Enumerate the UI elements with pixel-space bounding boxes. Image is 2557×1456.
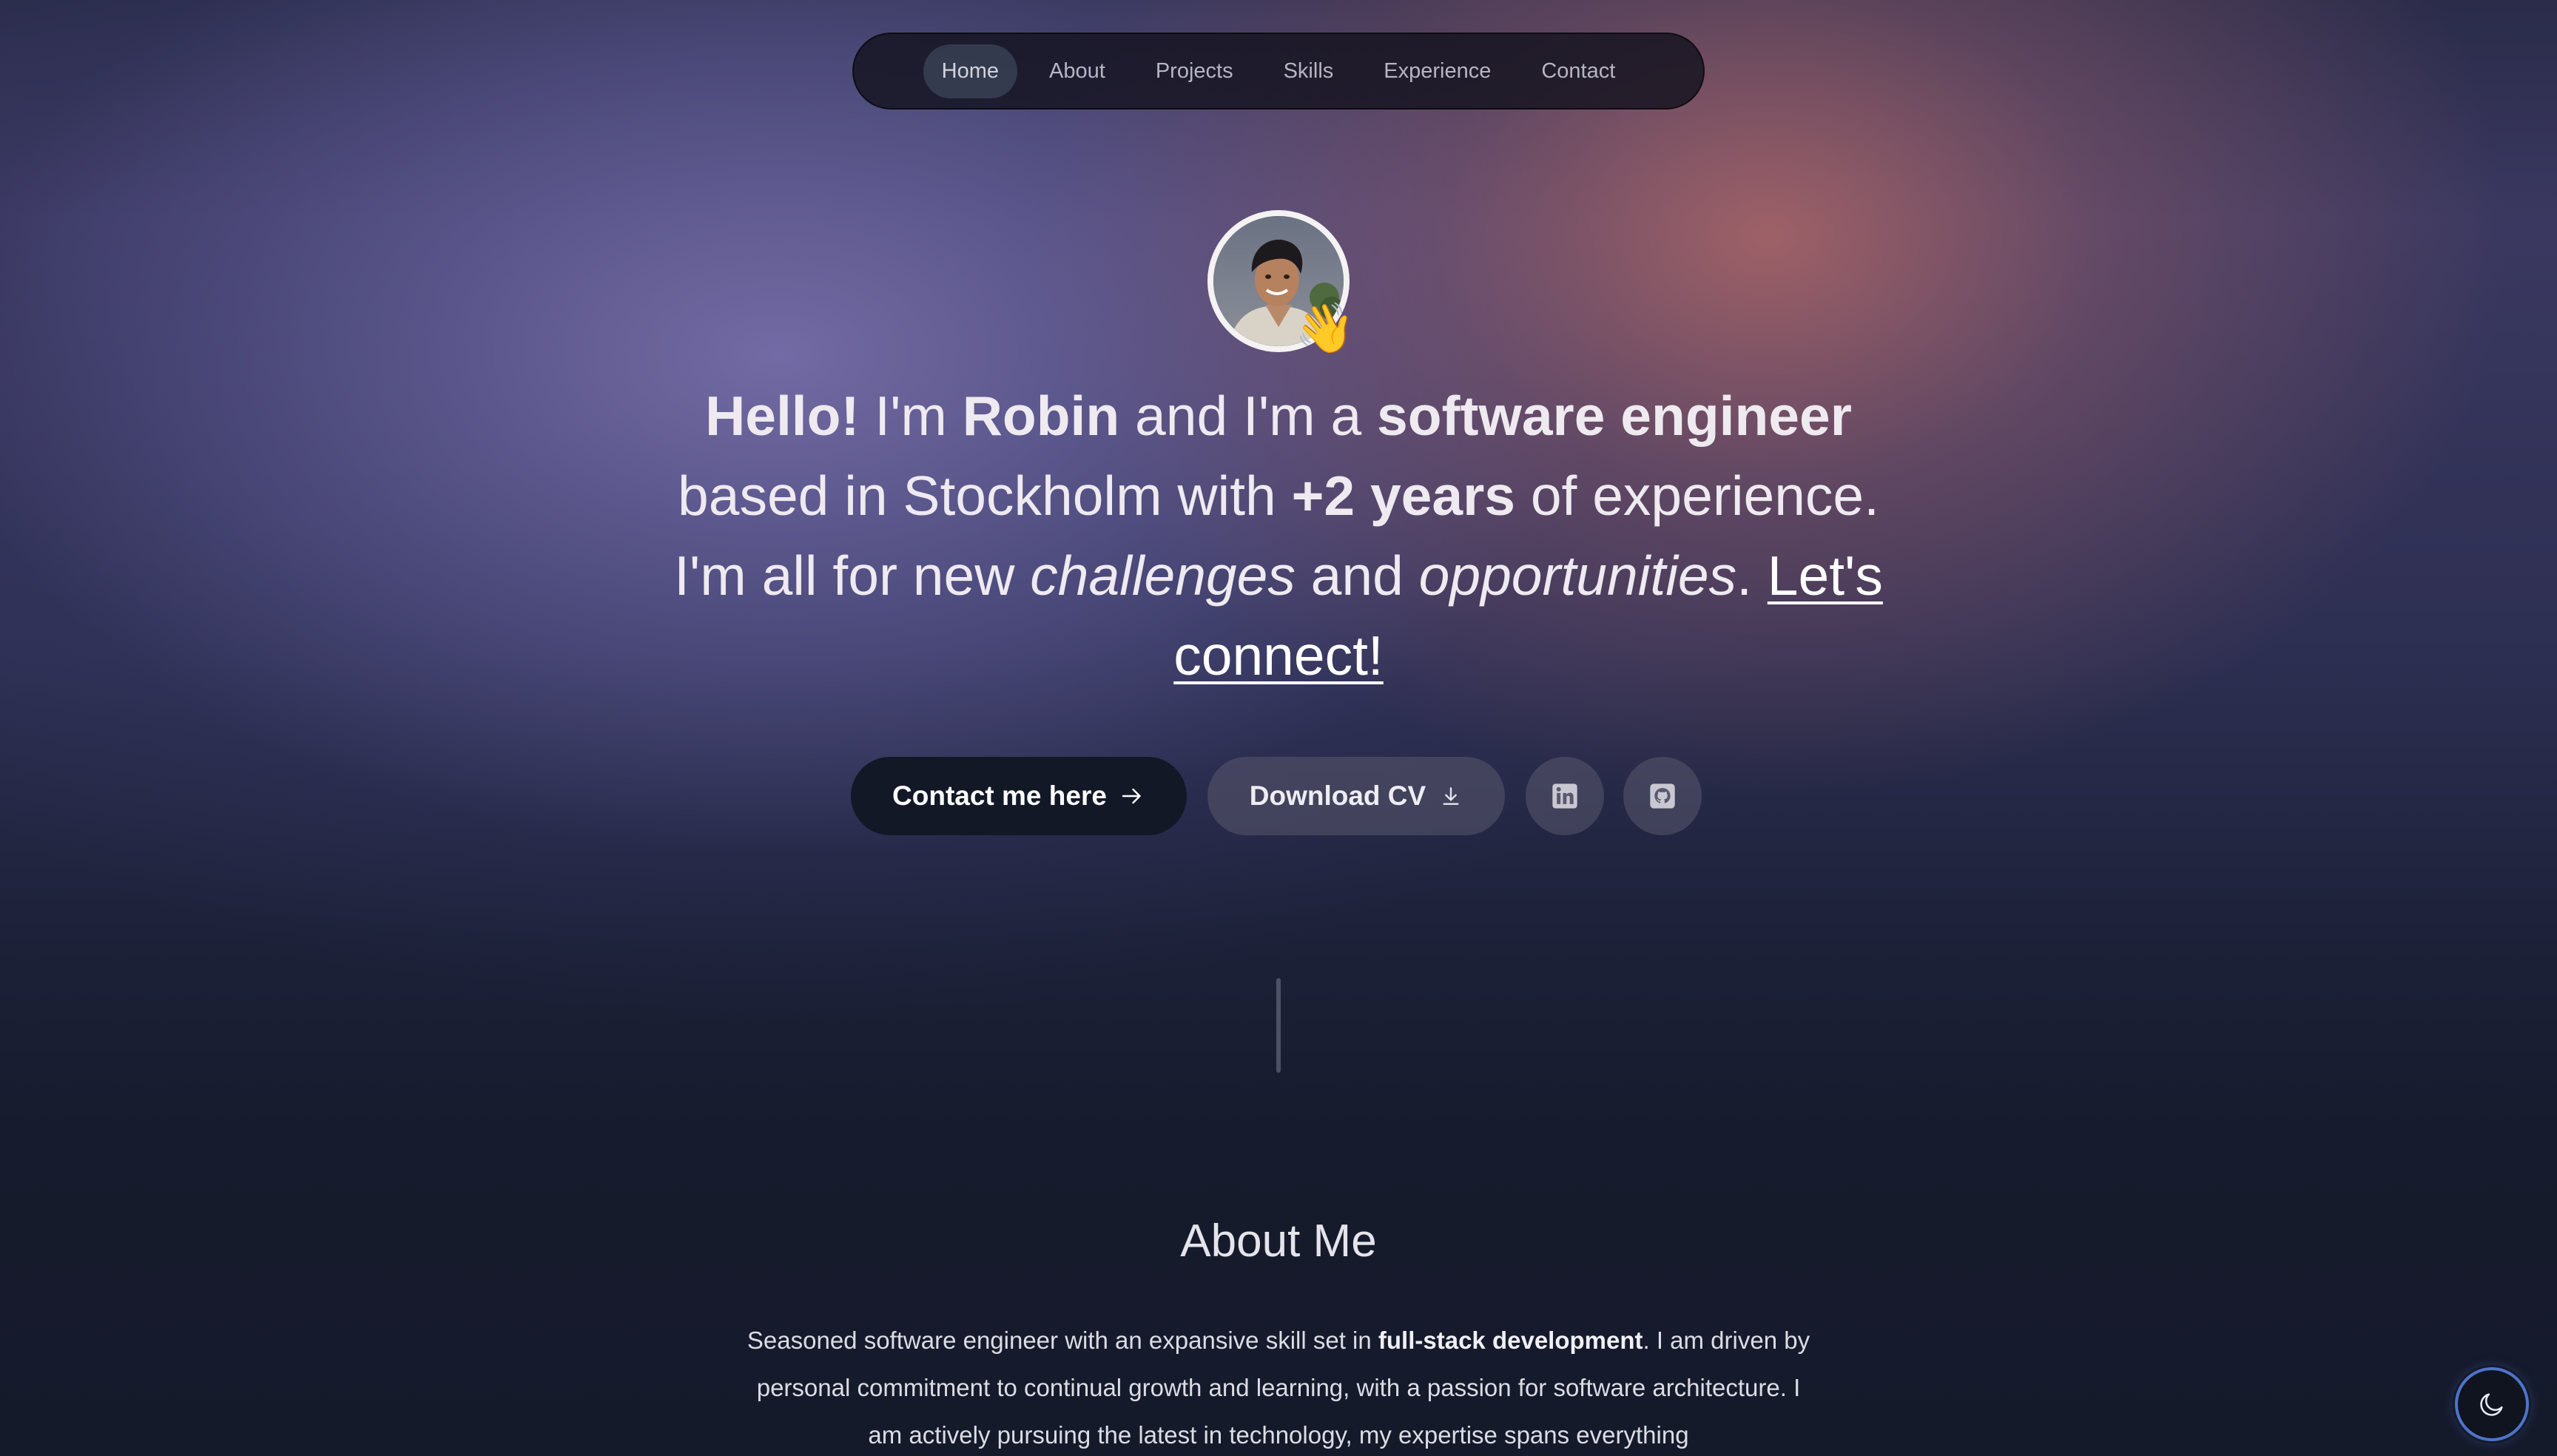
nav-item-contact[interactable]: Contact	[1523, 44, 1634, 98]
nav-item-experience[interactable]: Experience	[1365, 44, 1509, 98]
headline-text: .	[1736, 545, 1768, 607]
theme-toggle-button[interactable]	[2455, 1367, 2529, 1441]
nav-item-projects[interactable]: Projects	[1137, 44, 1252, 98]
hero-headline: Hello! I'm Robin and I'm a software engi…	[666, 376, 1891, 695]
github-icon	[1650, 783, 1675, 809]
download-cv-button[interactable]: Download CV	[1207, 757, 1505, 835]
waving-hand-icon: 👋	[1294, 300, 1355, 355]
hero-actions: Contact me here Download CV	[851, 756, 1702, 836]
headline-text: I'm	[859, 385, 963, 447]
nav-item-home[interactable]: Home	[923, 44, 1018, 98]
headline-opportunities: opportunities	[1418, 545, 1737, 607]
arrow-right-icon	[1122, 788, 1141, 804]
about-paragraph: Seasoned software engineer with an expan…	[740, 1317, 1817, 1456]
headline-role: software engineer	[1377, 385, 1852, 447]
download-icon	[1443, 787, 1459, 805]
about-section-title: About Me	[1180, 1216, 1377, 1267]
headline-challenges: challenges	[1030, 545, 1296, 607]
contact-me-label: Contact me here	[892, 781, 1107, 811]
top-navigation: Home About Projects Skills Experience Co…	[852, 33, 1705, 109]
nav-item-about[interactable]: About	[1031, 44, 1124, 98]
scroll-indicator	[1276, 978, 1281, 1073]
headline-text: and	[1295, 545, 1419, 607]
about-text-before: Seasoned software engineer with an expan…	[747, 1327, 1378, 1354]
linkedin-icon	[1552, 783, 1577, 809]
contact-me-button[interactable]: Contact me here	[851, 757, 1187, 835]
headline-years: +2 years	[1291, 465, 1515, 527]
download-cv-label: Download CV	[1249, 781, 1426, 811]
avatar-container: 👋	[1207, 210, 1355, 352]
headline-text: and I'm a	[1119, 385, 1378, 447]
moon-icon	[2480, 1393, 2503, 1416]
page: Home About Projects Skills Experience Co…	[0, 0, 2557, 1456]
about-text-highlight: full-stack development	[1378, 1327, 1643, 1354]
headline-text: based in Stockholm with	[678, 465, 1292, 527]
headline-hello: Hello!	[705, 385, 860, 447]
headline-name: Robin	[962, 385, 1120, 447]
nav-item-skills[interactable]: Skills	[1265, 44, 1352, 98]
github-button[interactable]	[1623, 757, 1702, 835]
linkedin-button[interactable]	[1526, 757, 1604, 835]
